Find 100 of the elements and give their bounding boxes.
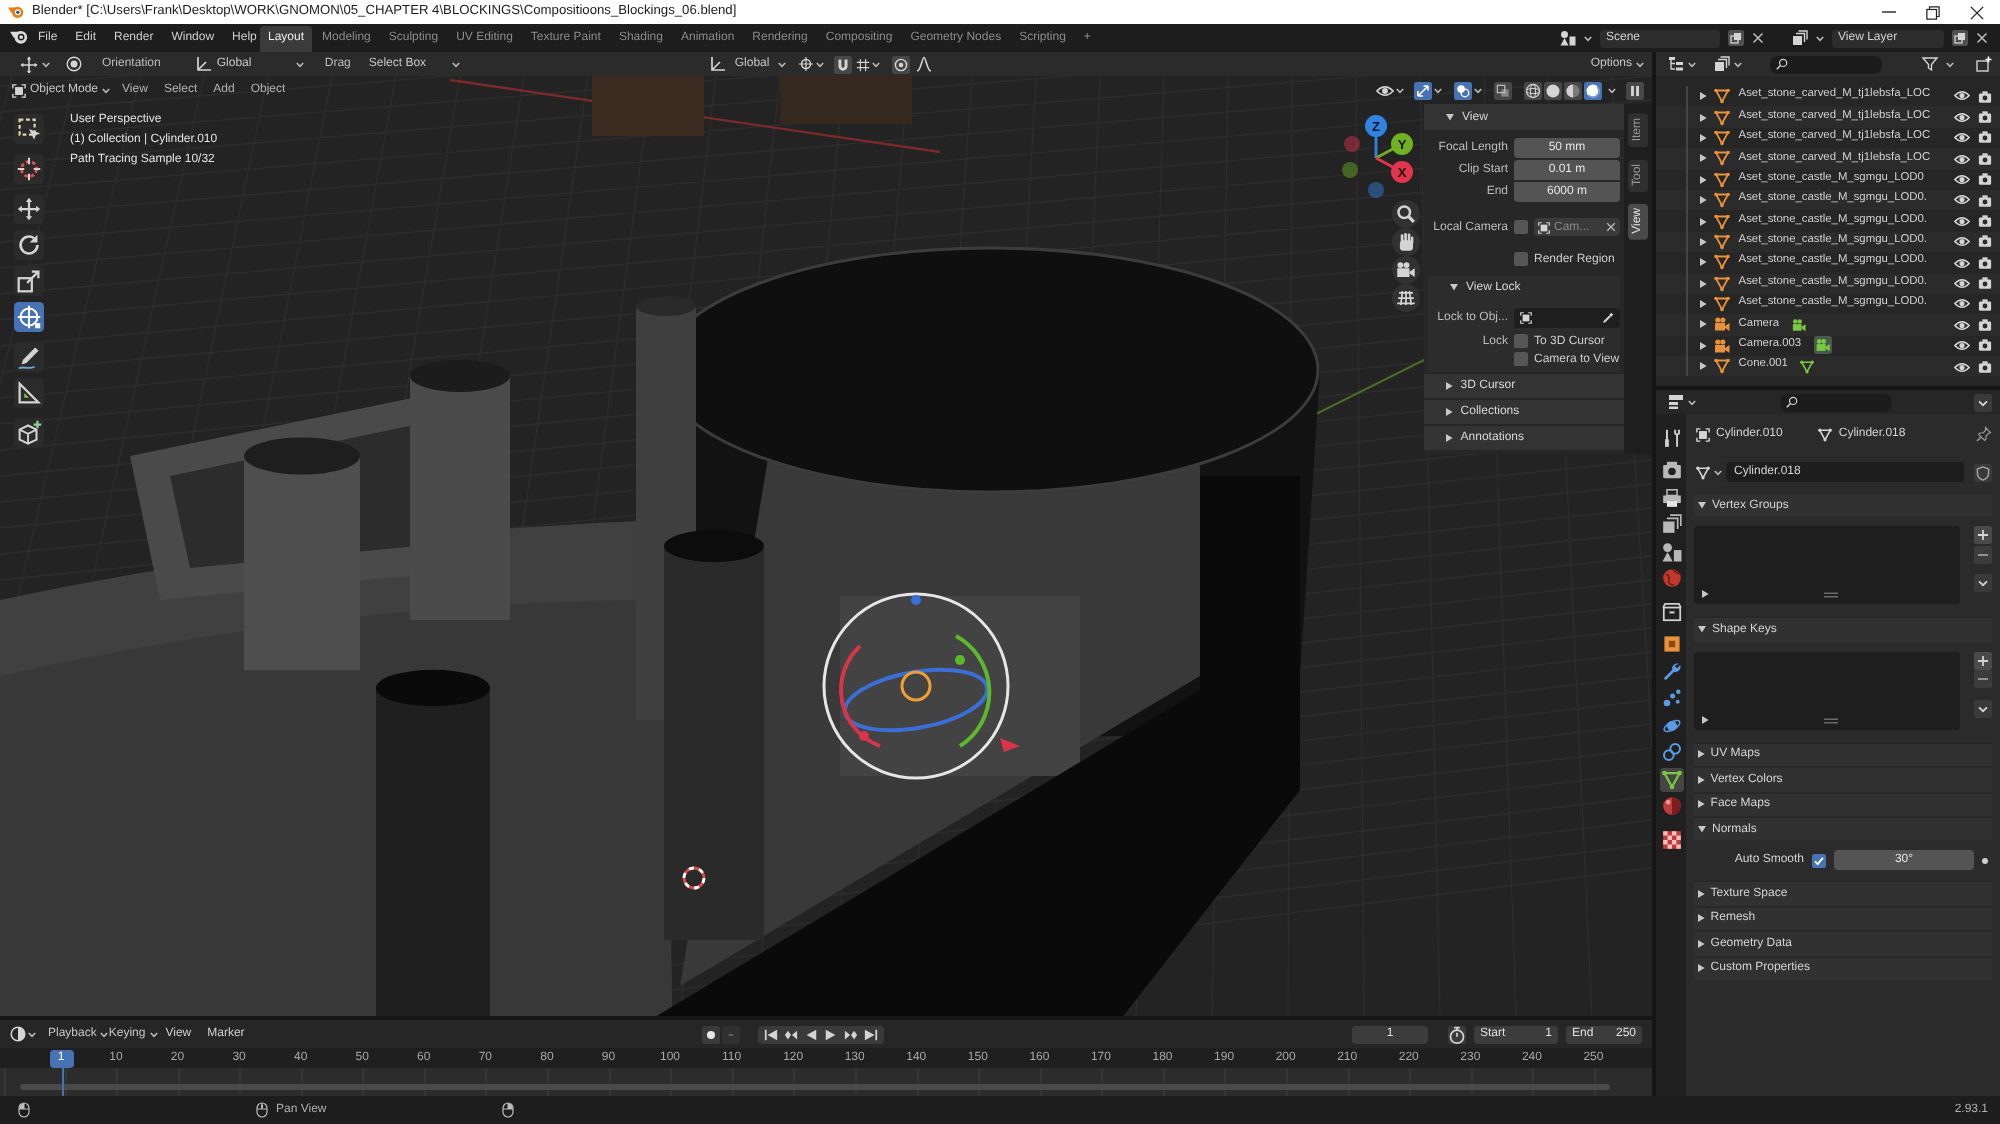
tree-list-icon[interactable]: [1668, 56, 1684, 72]
close-icon[interactable]: [1976, 32, 1988, 44]
disclosure-triangle-icon[interactable]: [1700, 133, 1707, 142]
box-icon[interactable]: [1659, 599, 1683, 623]
rotate-arrow-icon[interactable]: [14, 230, 44, 260]
square-icon[interactable]: [1659, 632, 1683, 656]
close-icon[interactable]: [1752, 32, 1764, 44]
caret-icon[interactable]: [1434, 87, 1442, 93]
eye-icon[interactable]: [1954, 236, 1970, 248]
pivot-point-icon[interactable]: [797, 56, 814, 72]
checker-icon[interactable]: [1659, 827, 1683, 851]
menu-caret-icon[interactable]: [1974, 699, 1992, 718]
disclosure-triangle-icon[interactable]: [1700, 217, 1707, 226]
disclosure-triangle-icon[interactable]: [1700, 279, 1707, 288]
play-icon[interactable]: [824, 1027, 839, 1041]
camera-data-icon[interactable]: [1791, 317, 1806, 332]
disclosure-triangle-icon[interactable]: [1446, 113, 1454, 121]
checkbox[interactable]: [1514, 334, 1528, 348]
disclosure-triangle-icon[interactable]: [1700, 320, 1707, 329]
disclosure-triangle-icon[interactable]: [1446, 434, 1453, 442]
caret-icon[interactable]: [1608, 87, 1616, 93]
eye-icon[interactable]: [1954, 194, 1970, 206]
camera-icon[interactable]: [1978, 110, 1992, 125]
disclosure-triangle-icon[interactable]: [1700, 92, 1707, 101]
sphere-icon[interactable]: [1659, 794, 1683, 818]
disclosure-triangle-icon[interactable]: [1698, 502, 1706, 509]
grip-icon[interactable]: [1823, 592, 1838, 599]
disclosure-triangle-icon[interactable]: [1446, 408, 1453, 416]
caret-icon[interactable]: [1734, 61, 1742, 67]
checkbox[interactable]: [1812, 853, 1826, 868]
wrench-icon[interactable]: [1659, 659, 1683, 683]
funnel-icon[interactable]: [1922, 56, 1938, 72]
disclosure-triangle-icon[interactable]: [1700, 154, 1707, 163]
search-field[interactable]: [1770, 55, 1882, 73]
menu-caret-icon[interactable]: [1974, 393, 1992, 411]
disclosure-triangle-icon[interactable]: [1700, 113, 1707, 122]
disclosure-triangle-icon[interactable]: [1698, 775, 1705, 784]
eye-icon[interactable]: [1954, 153, 1970, 165]
restore-icon[interactable]: [1926, 5, 1940, 19]
disclosure-triangle-icon[interactable]: [1700, 362, 1707, 371]
disclosure-triangle-icon[interactable]: [1698, 826, 1706, 833]
disclosure-triangle-icon[interactable]: [1698, 964, 1705, 973]
camera-icon[interactable]: [1978, 172, 1992, 187]
camera-icon[interactable]: [1978, 338, 1992, 353]
falloff-curve-icon[interactable]: [915, 56, 932, 72]
minus-icon[interactable]: [1974, 670, 1992, 689]
disclosure-triangle-icon[interactable]: [1698, 914, 1705, 923]
disclosure-triangle-icon[interactable]: [1698, 626, 1706, 634]
camera-back-icon[interactable]: [1659, 458, 1683, 482]
cone-sphere-icon[interactable]: [1659, 539, 1683, 563]
record-icon[interactable]: [702, 1025, 721, 1043]
mesh-data-icon[interactable]: [1799, 359, 1814, 374]
disclosure-triangle-icon[interactable]: [1700, 175, 1707, 184]
stopwatch-icon[interactable]: [1448, 1025, 1466, 1043]
eye-icon[interactable]: [1954, 90, 1970, 102]
keyframe-dot-icon[interactable]: [1982, 857, 1988, 864]
chain-link-icon[interactable]: [1659, 740, 1683, 764]
pencil-icon[interactable]: [14, 342, 44, 372]
dashed-square-icon[interactable]: [14, 114, 44, 144]
camera-icon[interactable]: [1978, 276, 1992, 291]
minimize-icon[interactable]: [1882, 10, 1896, 14]
triangle-mesh-icon[interactable]: [1659, 767, 1683, 791]
camera-icon[interactable]: [1978, 193, 1992, 208]
caret-icon[interactable]: [815, 61, 824, 67]
cube-plus-icon[interactable]: [14, 418, 44, 448]
menu-caret-icon[interactable]: [1974, 574, 1992, 593]
screwdriver-wrench-icon[interactable]: [1659, 425, 1683, 449]
grid-icon[interactable]: [855, 57, 870, 71]
disclosure-triangle-icon[interactable]: [1698, 939, 1705, 948]
jump-to-end-icon[interactable]: [864, 1027, 879, 1041]
search-field[interactable]: [1780, 393, 1892, 411]
camera-icon[interactable]: [1978, 214, 1992, 229]
eye-icon[interactable]: [1954, 132, 1970, 144]
image-stack-icon[interactable]: [1792, 30, 1808, 46]
image-stack-icon[interactable]: [1659, 512, 1683, 536]
camera-icon[interactable]: [1978, 151, 1992, 166]
disclosure-triangle-icon[interactable]: [1700, 196, 1707, 205]
pin-icon[interactable]: [1976, 426, 1992, 442]
next-keyframe-icon[interactable]: [844, 1027, 859, 1041]
camera-icon[interactable]: [1978, 130, 1992, 145]
eye-icon[interactable]: [1954, 340, 1970, 352]
caret-icon[interactable]: [1816, 35, 1824, 41]
disclosure-triangle-icon[interactable]: [1700, 237, 1707, 246]
camera-icon[interactable]: [1978, 89, 1992, 104]
jump-to-start-icon[interactable]: [764, 1027, 779, 1041]
blender-logo-icon[interactable]: [10, 30, 28, 46]
particles-icon[interactable]: [1659, 686, 1683, 710]
caret-icon[interactable]: [1396, 87, 1404, 93]
camera-icon[interactable]: [1392, 256, 1420, 284]
grid-icon[interactable]: [1392, 284, 1420, 312]
close-icon[interactable]: [1970, 5, 1984, 19]
disclosure-triangle-icon[interactable]: [1702, 590, 1709, 599]
clock-icon[interactable]: [10, 1026, 26, 1042]
checkbox[interactable]: [1514, 252, 1528, 266]
four-arrows-icon[interactable]: [14, 194, 44, 224]
ruler-icon[interactable]: [14, 378, 44, 408]
disclosure-triangle-icon[interactable]: [1450, 284, 1458, 292]
caret-icon[interactable]: [1714, 469, 1722, 475]
scene-icon[interactable]: [1560, 30, 1576, 46]
disclosure-triangle-icon[interactable]: [1700, 258, 1707, 267]
